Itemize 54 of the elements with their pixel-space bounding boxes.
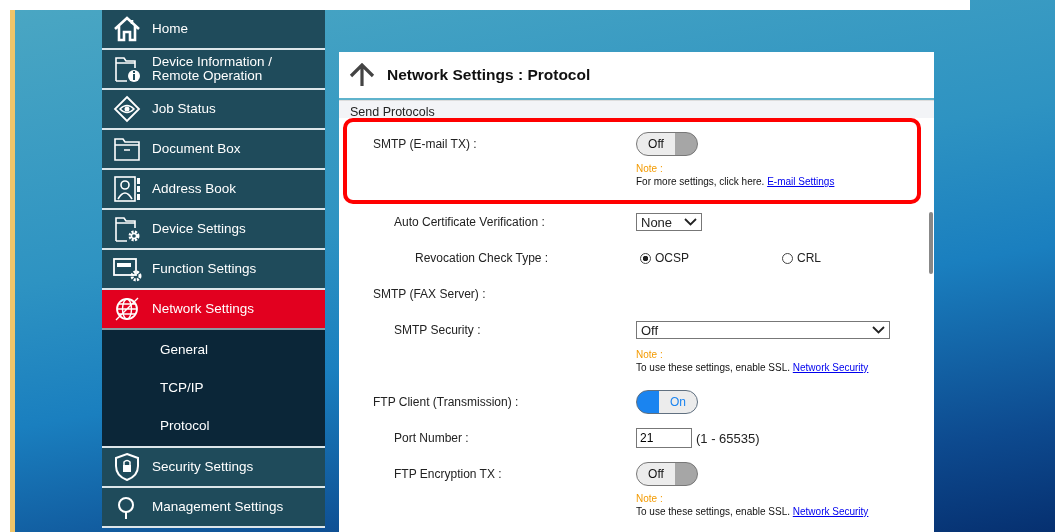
contact-book-icon [113,175,141,203]
page-title: Network Settings : Protocol [387,66,591,84]
setting-label: Revocation Check Type : [415,251,549,265]
sidebar-item[interactable]: Network Settings [102,290,325,330]
sidebar-item[interactable]: Security Settings [102,448,325,488]
setting-label: SMTP (E-mail TX) : [373,137,477,151]
submenu-item[interactable]: General [102,330,325,368]
note-label: Note : [636,162,664,175]
note-text: To use these settings, enable SSL. [636,362,790,373]
port-input-field[interactable]: 21 [636,428,692,448]
scrollbar[interactable] [929,212,933,274]
settings-link[interactable]: Network Security [792,362,869,373]
screen-gear-icon [112,256,142,282]
sidebar-item[interactable]: Address Book [102,170,325,210]
folder-info-icon [113,55,141,83]
sidebar-item[interactable]: Home [102,10,325,50]
radio-option[interactable]: CRL [778,251,920,265]
shield-lock-icon [113,452,141,482]
section-header: Send Protocols [339,100,934,118]
radio-option[interactable]: OCSP [636,251,778,265]
submenu-item[interactable]: TCP/IP [102,368,325,406]
dropdown[interactable]: None [636,213,702,231]
dropdown[interactable]: Off [636,321,890,339]
range-hint: (1 - 65535) [696,430,760,446]
toggle-switch[interactable]: Off [636,132,698,156]
setting-label: FTP Client (Transmission) : [373,395,519,409]
folder-gear-icon [113,215,141,243]
sidebar-item[interactable]: Device Information / Remote Operation [102,50,325,90]
note-text: For more settings, click here. [636,176,765,187]
setting-label: SMTP Security : [394,323,481,337]
sidebar-item[interactable]: Management Settings [102,488,325,528]
sidebar-item[interactable]: Device Settings [102,210,325,250]
setting-label: SMTP (FAX Server) : [373,287,486,301]
sidebar-item[interactable]: Function Settings [102,250,325,290]
submenu-item[interactable]: Protocol [102,406,325,444]
up-arrow-icon[interactable] [349,63,375,87]
eye-icon [113,95,141,123]
folder-icon [113,136,141,162]
note-text: To use these settings, enable SSL. [636,506,790,517]
globe-icon [113,295,141,323]
settings-link[interactable]: Network Security [792,506,869,517]
chevron-down-icon [684,218,697,226]
radio-button[interactable] [640,252,651,264]
chevron-down-icon [872,326,885,334]
note-label: Note : [636,348,664,361]
setting-label: Auto Certificate Verification : [394,215,545,229]
note-label: Note : [636,492,664,505]
sidebar-item[interactable]: Job Status [102,90,325,130]
setting-label: Port Number : [394,431,469,445]
settings-link[interactable]: E-mail Settings [767,176,835,187]
setting-label: FTP Encryption TX : [394,467,502,481]
house-icon [113,16,141,42]
sidebar-item[interactable]: Document Box [102,130,325,170]
toggle-switch[interactable]: Off [636,462,698,486]
